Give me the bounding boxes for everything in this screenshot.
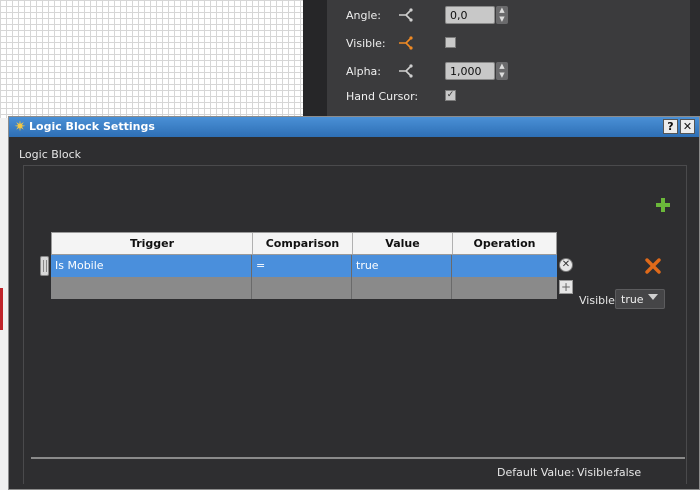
cell-comparison[interactable]: = [252,255,352,277]
add-condition-icon[interactable] [655,197,671,213]
cell-empty[interactable] [51,277,252,299]
alpha-input[interactable]: 1,000 [445,62,495,80]
column-header-comparison[interactable]: Comparison [253,233,353,254]
prop-row-hand-cursor: Hand Cursor: ✓ [327,86,700,108]
dialog-titlebar[interactable]: ✷ Logic Block Settings ? ✕ [9,117,699,137]
link-toggle-icon[interactable] [397,7,415,23]
table-row-empty[interactable] [51,277,557,299]
cell-value[interactable]: true [352,255,452,277]
footer-visible-value: false [615,466,642,479]
delete-condition-icon[interactable] [645,258,661,274]
prop-label-hand-cursor: Hand Cursor: [346,90,419,103]
chevron-down-icon [648,294,658,300]
footer-default-label: Default Value: [497,466,575,479]
footer-visible-label: Visible: [577,466,617,479]
dialog-title: Logic Block Settings [29,120,155,133]
properties-panel: Angle: 0,0 ▲ ▼ Visible: Alpha: 1,000 ▲ ▼ H… [327,0,700,118]
cell-trigger[interactable]: Is Mobile [51,255,252,277]
cell-empty[interactable] [252,277,352,299]
prop-label-visible: Visible: [346,37,386,50]
prop-label-alpha: Alpha: [346,65,381,78]
cell-operation[interactable] [452,255,557,277]
prop-row-visible: Visible: [327,33,700,55]
dialog-body: Logic Block Trigger Comparison Value Ope… [9,137,699,489]
visible-label: Visible: [579,294,619,307]
logic-block-group [23,165,687,484]
prop-row-alpha: Alpha: 1,000 ▲ ▼ [327,61,700,83]
app-star-icon: ✷ [14,119,26,135]
table-row[interactable]: Is Mobile = true [51,255,557,277]
hand-cursor-checkbox[interactable]: ✓ [445,90,456,101]
angle-stepper[interactable]: ▲ ▼ [496,6,508,24]
remove-row-icon[interactable]: ✕ [559,258,573,272]
row-drag-handle[interactable] [40,256,49,276]
visible-select-value: true [621,293,644,306]
panel-gutter [303,0,328,118]
link-toggle-icon[interactable] [397,35,415,51]
visible-select[interactable]: true [615,289,665,309]
cell-empty[interactable] [352,277,452,299]
add-row-icon[interactable]: + [559,280,573,294]
column-header-operation[interactable]: Operation [453,233,556,254]
selection-edge [0,288,3,330]
cell-empty[interactable] [452,277,557,299]
logic-block-dialog: ✷ Logic Block Settings ? ✕ Logic Block T… [8,116,700,490]
prop-label-angle: Angle: [346,9,382,22]
link-toggle-icon[interactable] [397,63,415,79]
angle-input[interactable]: 0,0 [445,6,495,24]
visible-checkbox[interactable] [445,37,456,48]
prop-row-angle: Angle: 0,0 ▲ ▼ [327,5,700,27]
group-title: Logic Block [19,148,81,161]
table-header: Trigger Comparison Value Operation [51,232,557,255]
group-divider [31,457,685,459]
panel-scrollbar[interactable] [690,0,700,118]
column-header-value[interactable]: Value [353,233,453,254]
column-header-trigger[interactable]: Trigger [52,233,253,254]
stage-canvas[interactable] [0,0,303,118]
close-button[interactable]: ✕ [680,119,695,134]
alpha-stepper[interactable]: ▲ ▼ [496,62,508,80]
help-button[interactable]: ? [663,119,678,134]
